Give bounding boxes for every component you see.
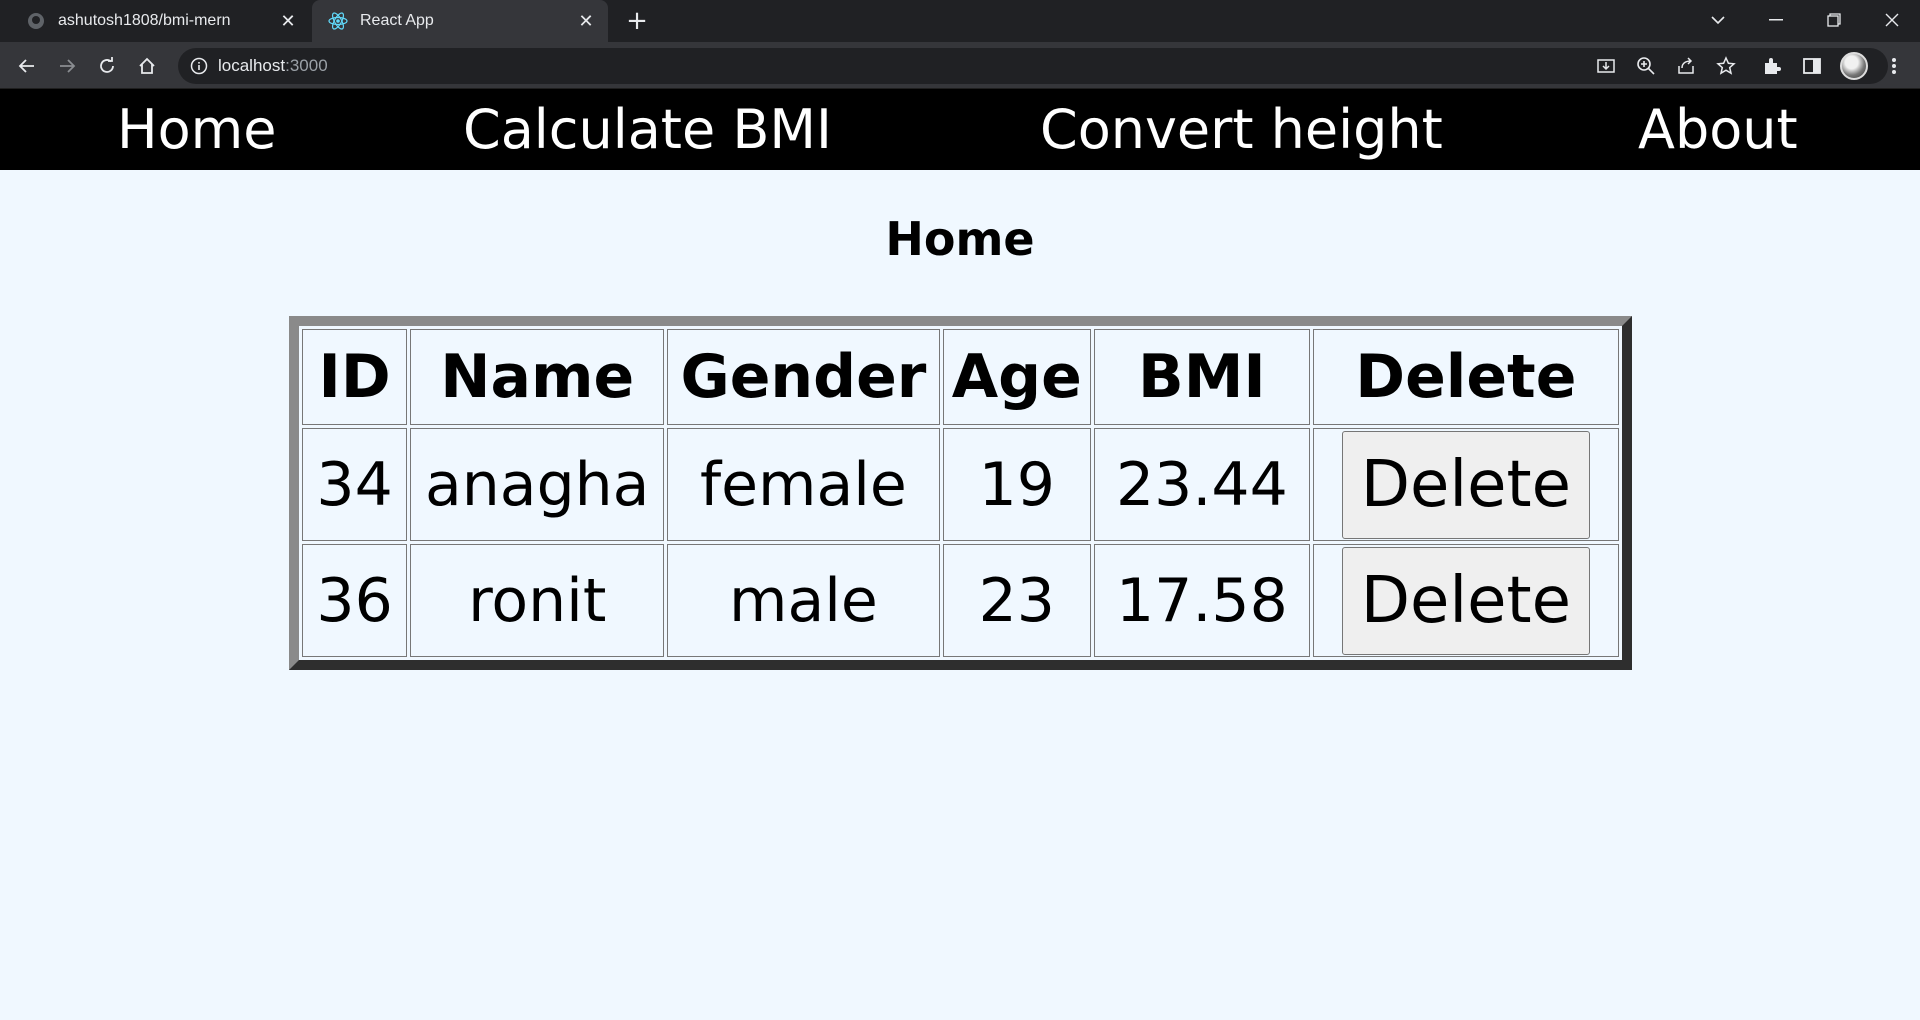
cell-age: 19	[942, 428, 1092, 541]
url-host: localhost	[218, 56, 286, 75]
cell-name: ronit	[410, 544, 665, 657]
table-row: 36 ronit male 23 17.58 Delete	[302, 544, 1619, 657]
bmi-records-table: ID Name Gender Age BMI Delete 34 anagha …	[289, 316, 1632, 670]
profile-avatar[interactable]	[1840, 52, 1868, 80]
cell-id: 36	[302, 544, 408, 657]
url-text[interactable]: localhost:3000	[218, 48, 328, 84]
column-header-gender: Gender	[667, 329, 940, 425]
table-row: 34 anagha female 19 23.44 Delete	[302, 428, 1619, 541]
delete-button[interactable]: Delete	[1341, 546, 1590, 655]
side-panel-icon[interactable]	[1796, 50, 1828, 82]
new-tab-button[interactable]: +	[622, 6, 652, 36]
browser-tab-bar: ashutosh1808/bmi-mern ✕ React App ✕ +	[0, 0, 1920, 42]
install-app-icon[interactable]	[1590, 50, 1622, 82]
url-port: :3000	[285, 56, 328, 75]
back-icon[interactable]	[11, 50, 43, 82]
nav-link-convert-height[interactable]: Convert height	[1040, 89, 1443, 170]
tab-title: ashutosh1808/bmi-mern	[58, 12, 231, 29]
minimize-icon[interactable]	[1748, 0, 1804, 40]
react-icon	[328, 11, 348, 31]
zoom-icon[interactable]	[1630, 50, 1662, 82]
column-header-bmi: BMI	[1094, 329, 1310, 425]
browser-toolbar: localhost:3000	[0, 42, 1920, 89]
cell-name: anagha	[410, 428, 665, 541]
app-nav-bar: Home Calculate BMI Convert height About	[0, 89, 1920, 170]
cell-gender: female	[667, 428, 940, 541]
cell-age: 23	[942, 544, 1092, 657]
close-tab-icon[interactable]: ✕	[274, 7, 302, 35]
column-header-id: ID	[302, 329, 408, 425]
cell-id: 34	[302, 428, 408, 541]
cell-bmi: 17.58	[1094, 544, 1310, 657]
nav-link-about[interactable]: About	[1638, 89, 1798, 170]
github-icon	[26, 11, 46, 31]
extensions-icon[interactable]	[1756, 50, 1788, 82]
site-info-icon[interactable]	[190, 57, 208, 75]
column-header-delete: Delete	[1312, 329, 1619, 425]
delete-button[interactable]: Delete	[1341, 430, 1590, 539]
home-icon[interactable]	[131, 50, 163, 82]
more-menu-icon[interactable]	[1878, 50, 1910, 82]
forward-icon[interactable]	[51, 50, 83, 82]
cell-delete: Delete	[1312, 544, 1619, 657]
tab-search-icon[interactable]	[1690, 0, 1746, 40]
browser-tab-github[interactable]: ashutosh1808/bmi-mern ✕	[10, 0, 310, 42]
address-bar[interactable]: localhost:3000	[178, 48, 1888, 84]
nav-link-home[interactable]: Home	[117, 89, 276, 170]
table-header-row: ID Name Gender Age BMI Delete	[302, 329, 1619, 425]
cell-delete: Delete	[1312, 428, 1619, 541]
share-icon[interactable]	[1670, 50, 1702, 82]
bookmark-star-icon[interactable]	[1710, 50, 1742, 82]
cell-gender: male	[667, 544, 940, 657]
reload-icon[interactable]	[91, 50, 123, 82]
close-tab-icon[interactable]: ✕	[572, 7, 600, 35]
close-window-icon[interactable]	[1864, 0, 1920, 40]
tab-title: React App	[360, 12, 434, 29]
column-header-age: Age	[942, 329, 1092, 425]
browser-tab-react-app[interactable]: React App ✕	[312, 0, 608, 42]
cell-bmi: 23.44	[1094, 428, 1310, 541]
restore-icon[interactable]	[1806, 0, 1862, 40]
nav-link-calculate-bmi[interactable]: Calculate BMI	[463, 89, 832, 170]
page-title: Home	[885, 212, 1035, 266]
column-header-name: Name	[410, 329, 665, 425]
